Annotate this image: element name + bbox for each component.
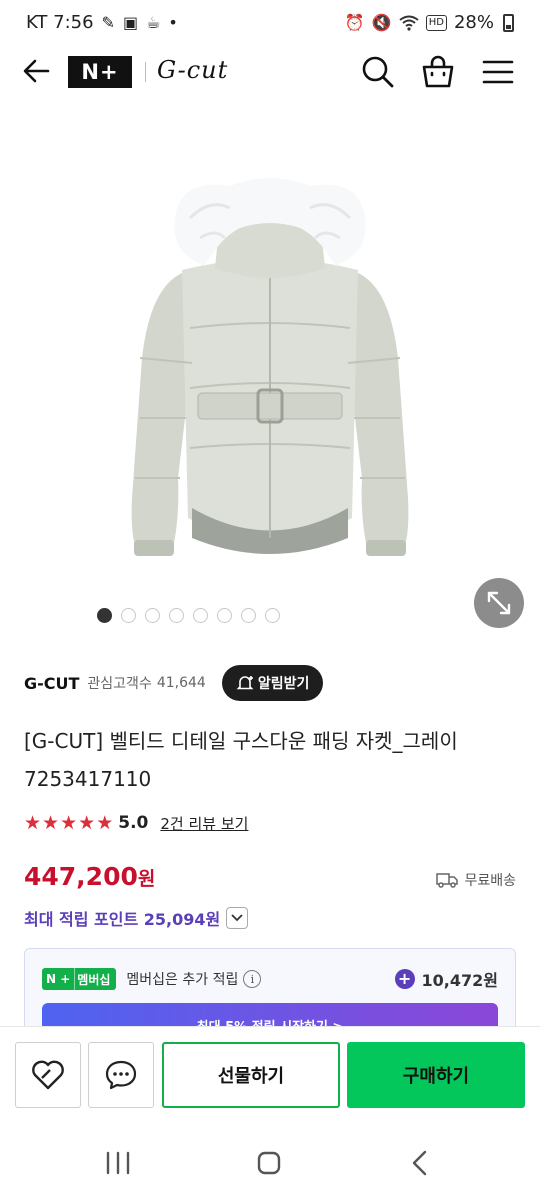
fav-count-label: 관심고객수 [87, 676, 152, 692]
menu-button[interactable] [480, 54, 516, 90]
truck-icon [436, 873, 459, 888]
rating-row: ★★★★★ 5.0 2건 리뷰 보기 [24, 812, 248, 834]
expand-arrows-icon [487, 591, 511, 615]
status-bar: KT 7:56 ✎ ▣ ☕ • ⏰ 🔇 HD 28% [0, 0, 540, 44]
price-value: 447,200 [24, 862, 138, 891]
logo-divider [145, 62, 146, 82]
search-button[interactable] [360, 54, 396, 90]
signal-notification-icon: ✎ [101, 12, 115, 32]
brand-row: G-CUT 관심고객수 41,644 알림받기 [24, 664, 516, 702]
heart-plus-icon [32, 1060, 64, 1090]
more-dot-icon: • [168, 12, 178, 32]
notify-label: 알림받기 [257, 676, 310, 692]
shipping-info: 무료배송 [436, 870, 516, 890]
fav-count: 41,644 [156, 675, 206, 691]
top-header: N+ G-cut [0, 44, 540, 100]
naver-plus-logo[interactable]: N+ [68, 56, 132, 88]
talk-talk-button[interactable] [88, 1042, 154, 1108]
points-expand-toggle[interactable] [226, 907, 249, 929]
shipping-label: 무료배송 [464, 873, 516, 889]
hd-icon: HD [425, 14, 447, 31]
back-button[interactable] [20, 54, 54, 88]
membership-row: N + 멤버십 멤버십은 추가 적립 i + 10,472원 [42, 965, 498, 993]
bell-plus-icon [236, 676, 254, 690]
coffee-icon: ☕ [146, 12, 161, 32]
wifi-icon [399, 15, 419, 31]
membership-badge-n: N + [42, 968, 75, 990]
gift-button[interactable]: 선물하기 [162, 1042, 340, 1108]
buy-button[interactable]: 구매하기 [347, 1042, 525, 1108]
plus-circle-icon: + [394, 969, 415, 989]
star-icon: ★ [60, 812, 78, 834]
bottom-action-bar: 선물하기 구매하기 [0, 1026, 540, 1122]
pagination-dot[interactable] [192, 608, 208, 623]
carrier-time: KT 7:56 [26, 12, 94, 33]
review-link[interactable]: 2건 리뷰 보기 [160, 813, 248, 834]
image-pagination [0, 608, 458, 623]
pagination-dot[interactable] [264, 608, 280, 623]
points-row[interactable]: 최대 적립 포인트 25,094원 [24, 906, 249, 930]
membership-box: N + 멤버십 멤버십은 추가 적립 i + 10,472원 최대 5% 적립 … [24, 948, 516, 1038]
hamburger-menu-icon [482, 60, 514, 84]
pagination-dot[interactable] [168, 608, 184, 623]
wishlist-button[interactable] [15, 1042, 81, 1108]
star-icon: ★ [96, 812, 114, 834]
arrow-left-icon [23, 59, 50, 83]
membership-badge-label: 멤버십 [74, 968, 117, 990]
pagination-dot[interactable] [216, 608, 232, 623]
battery-level: 28% [453, 12, 494, 33]
product-title: [G-CUT] 벨티드 디테일 구스다운 패딩 자켓_그레이 725341711… [24, 729, 458, 791]
chevron-down-icon [231, 914, 243, 922]
notify-button[interactable]: 알림받기 [221, 665, 324, 701]
cart-button[interactable] [420, 54, 456, 90]
chevron-left-icon [412, 1150, 427, 1176]
product-image-gallery[interactable] [0, 100, 540, 650]
membership-text: 멤버십은 추가 적립 [126, 972, 239, 988]
pagination-dot[interactable] [96, 608, 112, 623]
recent-apps-button[interactable] [103, 1148, 133, 1178]
info-icon[interactable]: i [243, 970, 262, 988]
price-unit: 원 [137, 868, 156, 890]
star-icon: ★ [78, 812, 96, 834]
brand-logo[interactable]: G-cut [157, 56, 228, 84]
pagination-dot[interactable] [144, 608, 160, 623]
system-nav-bar [0, 1122, 540, 1200]
membership-points-value: 10,472원 [421, 971, 498, 990]
brand-name[interactable]: G-CUT [24, 674, 79, 693]
pagination-dot[interactable] [120, 608, 136, 623]
home-button[interactable] [254, 1148, 284, 1178]
expand-image-button[interactable] [474, 578, 524, 628]
star-icon: ★ [42, 812, 60, 834]
recent-apps-icon [106, 1151, 130, 1175]
mute-icon: 🔇 [371, 12, 392, 32]
pagination-dot[interactable] [240, 608, 256, 623]
max-points-label: 최대 적립 포인트 25,094원 [24, 910, 221, 929]
home-icon [257, 1151, 281, 1175]
product-image [131, 178, 409, 556]
app-notification-icon: ▣ [122, 12, 139, 32]
chat-bubble-icon [105, 1060, 137, 1090]
rating-score: 5.0 [118, 813, 149, 833]
membership-badge: N + 멤버십 [42, 968, 117, 990]
shopping-bag-icon [422, 55, 454, 88]
battery-icon [503, 13, 514, 32]
star-icon: ★ [24, 812, 42, 834]
alarm-icon: ⏰ [344, 12, 365, 32]
price-row: 447,200원 무료배송 [24, 862, 516, 900]
rating-stars: ★★★★★ [24, 812, 114, 834]
price: 447,200원 [24, 862, 155, 891]
nav-back-button[interactable] [405, 1148, 435, 1178]
search-icon [362, 56, 394, 88]
membership-points: + 10,472원 [394, 967, 498, 991]
